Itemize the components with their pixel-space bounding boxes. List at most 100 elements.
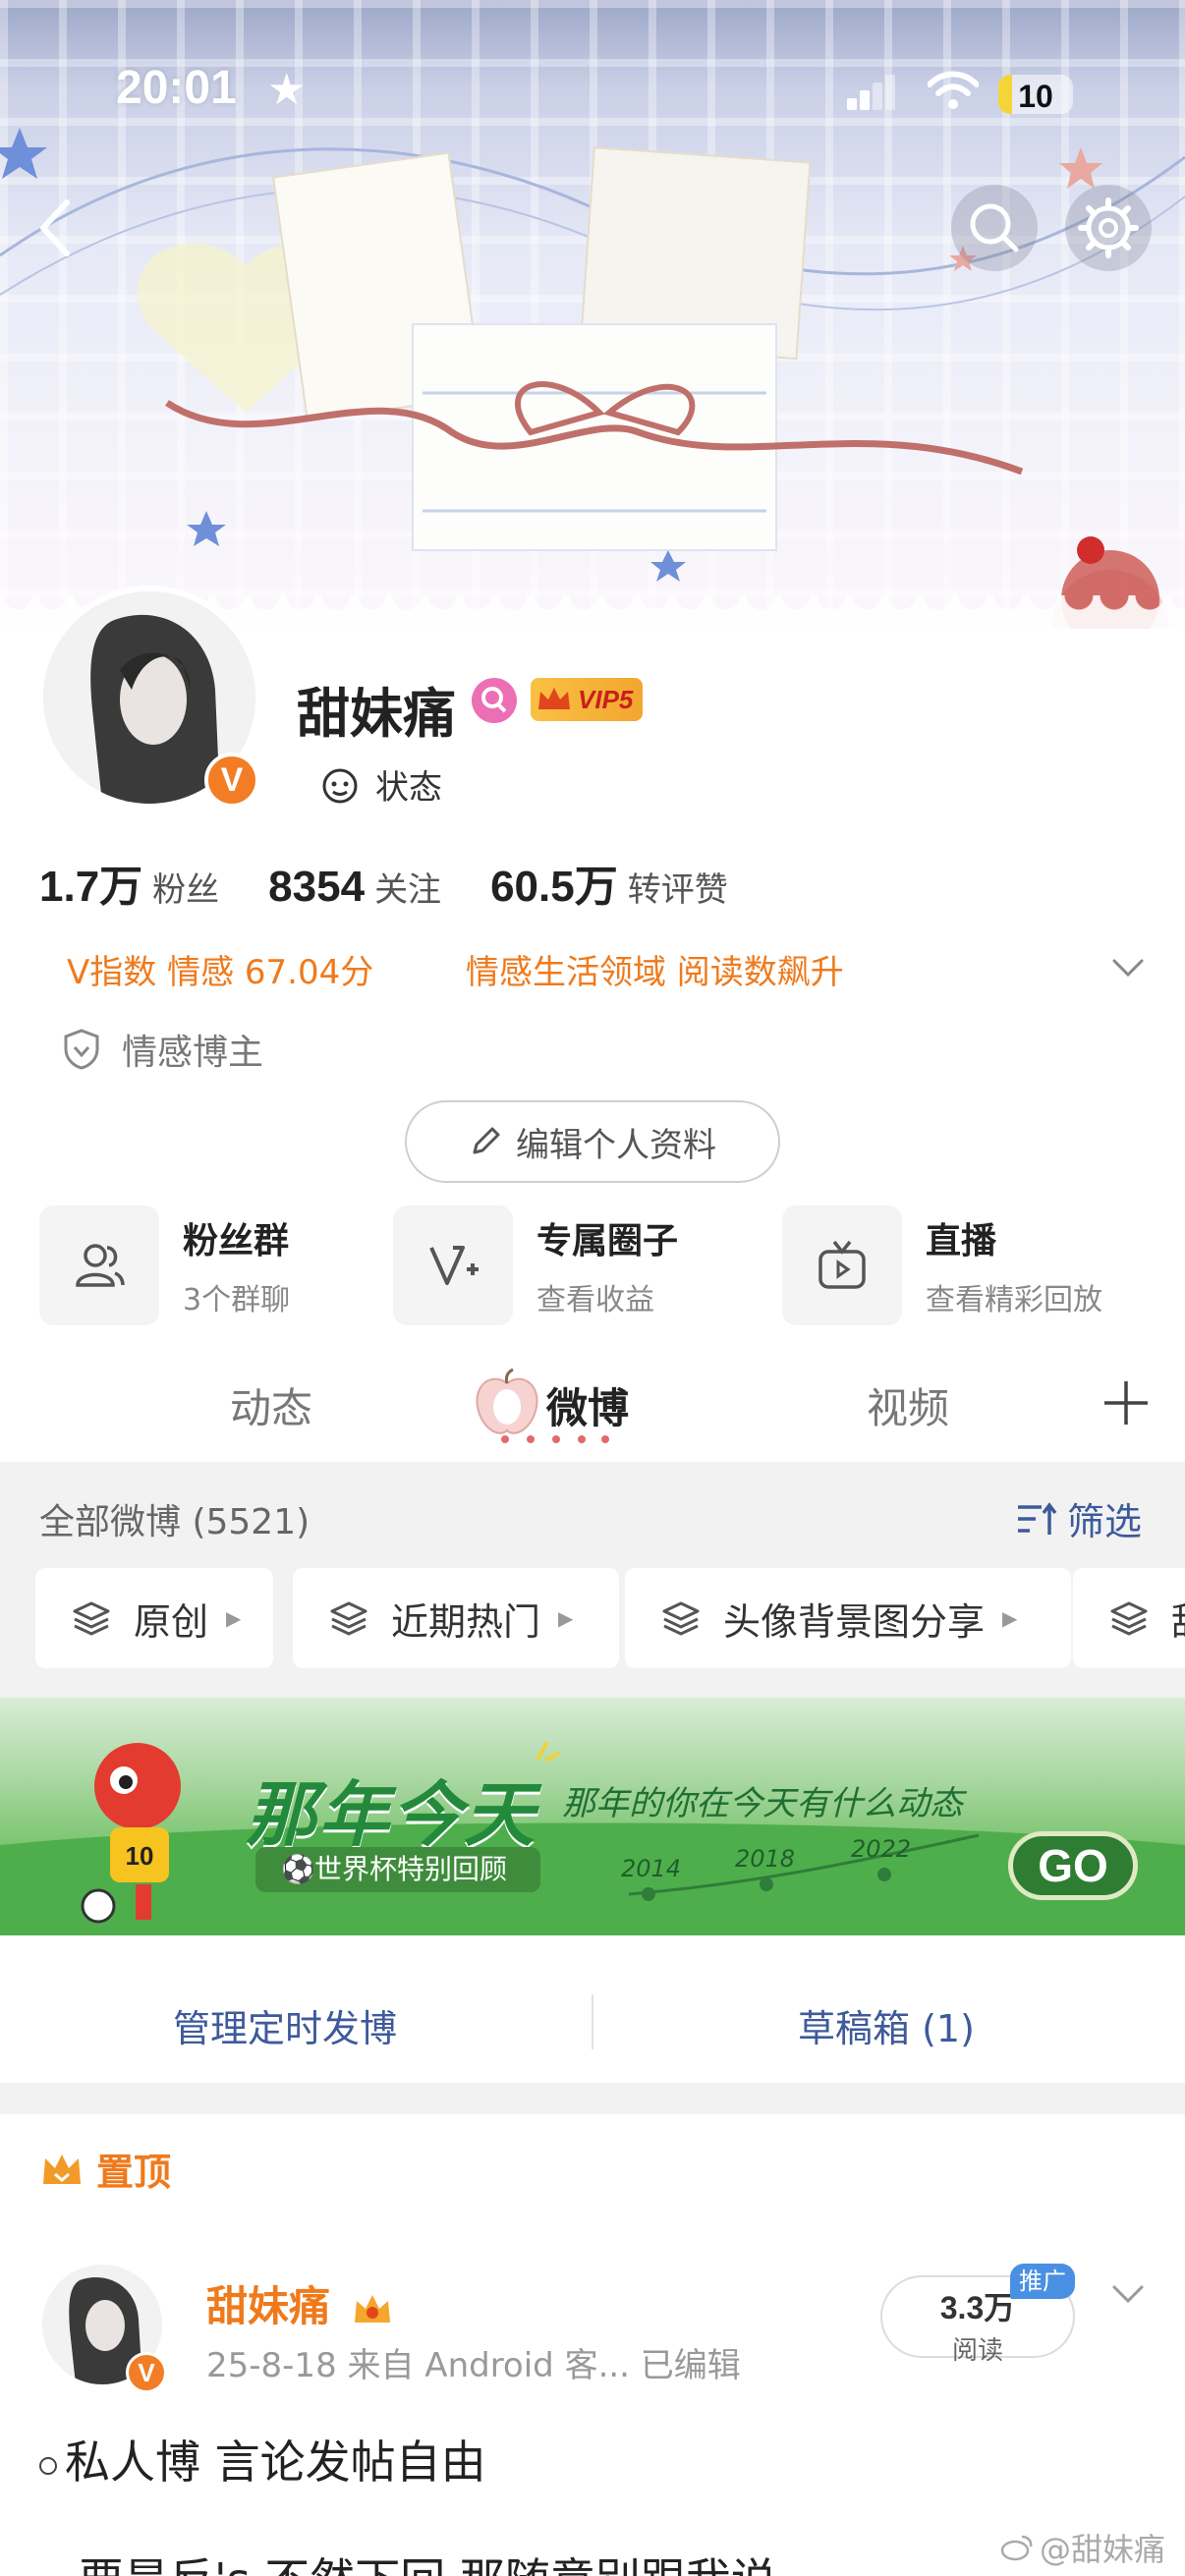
promo-pill: ⚽ 世界杯特别回顾 — [255, 1847, 540, 1892]
status-button[interactable]: 状态 — [320, 760, 442, 809]
post-text: 私人博 言论发帖自由 — [39, 2427, 486, 2492]
promote-badge[interactable]: 推广 — [1010, 2264, 1075, 2299]
domain-text[interactable]: 情感生活领域 阅读数飙升 — [466, 945, 844, 993]
add-tab-icon[interactable] — [1100, 1377, 1152, 1428]
feature-title: 粉丝群 — [183, 1221, 290, 1261]
blogger-tag-label: 情感博主 — [122, 1033, 264, 1073]
post-author-name[interactable]: 甜妹痛 — [206, 2273, 394, 2333]
feature-subtitle: 3个群聊 — [183, 1283, 291, 1317]
vip-label: VIP5 — [578, 685, 634, 714]
sort-icon — [1018, 1501, 1057, 1535]
search-button[interactable] — [951, 185, 1038, 271]
promo-go-button[interactable]: GO — [1008, 1831, 1138, 1900]
promo-year: 2018 — [735, 1845, 796, 1873]
caret-right-icon: ▶ — [558, 1606, 574, 1630]
feature-live[interactable]: 直播 查看精彩回放 — [782, 1204, 1102, 1326]
weibo-logo-icon — [1000, 2535, 1033, 2561]
crown-icon — [538, 688, 570, 709]
v-index-text[interactable]: V指数 情感 67.04分 — [67, 945, 373, 993]
smiley-plus-icon — [322, 768, 358, 803]
filter-label: 筛选 — [1067, 1500, 1143, 1543]
drafts-button[interactable]: 草稿箱 (1) — [798, 1998, 975, 2052]
cellular-signal-icon — [847, 75, 895, 110]
profile-tabs: 动态 微博 视频 — [0, 1356, 1185, 1462]
memories-promo-banner[interactable]: 10 那年今天 那年的你在今天有什么动态 ⚽ 世界杯特别回顾 2014 2018… — [0, 1698, 1185, 1935]
caret-right-icon: ▶ — [226, 1606, 242, 1630]
circle-v-icon — [393, 1205, 513, 1325]
tab-video[interactable]: 视频 — [867, 1375, 949, 1435]
tab-weibo[interactable]: 微博 — [546, 1375, 629, 1435]
promo-year: 2022 — [851, 1835, 912, 1863]
stat-followers[interactable]: 1.7万 粉丝 — [39, 851, 219, 914]
verified-badge: V — [126, 2352, 167, 2393]
vip-badge[interactable]: VIP5 — [531, 678, 643, 721]
chip-label: 头像背景图分享 — [723, 1599, 986, 1644]
promo-pill-label: 世界杯特别回顾 — [314, 1853, 508, 1885]
users-icon — [39, 1205, 159, 1325]
star-icon: ★ — [267, 65, 307, 115]
chip-avatar-share[interactable]: 头像背景图分享 ▶ — [625, 1568, 1071, 1668]
post-meta: 25-8-18 来自 Android 客... 已编辑 — [206, 2346, 741, 2385]
crown-icon — [43, 2154, 81, 2184]
chip-recent-hot[interactable]: 近期热门 ▶ — [293, 1568, 619, 1668]
filter-button[interactable]: 筛选 — [1016, 1491, 1142, 1545]
chip-label: 近期热门 — [391, 1599, 541, 1644]
promo-title: 那年今天 — [246, 1773, 537, 1856]
tab-dynamic[interactable]: 动态 — [230, 1375, 312, 1435]
profile-name: 甜妹痛 — [297, 683, 456, 745]
divider — [592, 1994, 593, 2049]
status-label: 状态 — [375, 768, 442, 808]
layers-icon — [1110, 1601, 1148, 1636]
tab-indicator — [501, 1435, 609, 1443]
chip-more[interactable]: 甜 — [1073, 1568, 1185, 1668]
layers-icon — [330, 1601, 367, 1636]
feature-title: 专属圈子 — [536, 1221, 679, 1261]
wifi-icon — [928, 71, 979, 109]
post-management-row: 管理定时发博 草稿箱 (1) — [0, 1961, 1185, 2083]
pinned-label: 置顶 — [39, 2142, 171, 2196]
post-text-continued: 要是反's 不然下回 那随意别跟我说 — [79, 2545, 776, 2576]
pinned-text: 置顶 — [96, 2151, 172, 2194]
vip-crown-icon — [354, 2294, 390, 2323]
section-gap — [0, 2083, 1185, 2114]
apple-sticker-icon — [476, 1368, 538, 1434]
feature-circle[interactable]: 专属圈子 查看收益 — [393, 1204, 678, 1326]
gear-icon — [1078, 197, 1139, 258]
edit-profile-label: 编辑个人资料 — [516, 1125, 716, 1165]
chip-label: 原创 — [134, 1599, 209, 1644]
shield-icon — [64, 1029, 99, 1070]
feature-subtitle: 查看收益 — [536, 1283, 654, 1317]
promo-year: 2014 — [621, 1855, 682, 1882]
reads-label: 阅读 — [951, 2336, 1003, 2366]
category-chips: 原创 ▶ 近期热门 ▶ 头像背景图分享 ▶ 甜 — [35, 1568, 1185, 1668]
status-time: 20:01 — [116, 62, 237, 114]
feature-fan-group[interactable]: 粉丝群 3个群聊 — [39, 1204, 290, 1326]
stat-following[interactable]: 8354 关注 — [268, 863, 441, 912]
edit-profile-button[interactable]: 编辑个人资料 — [405, 1100, 780, 1183]
scheduled-posts-button[interactable]: 管理定时发博 — [173, 1998, 397, 2052]
watermark-text: @甜妹痛 — [1040, 2531, 1166, 2568]
chip-original[interactable]: 原创 ▶ — [35, 1568, 273, 1668]
chevron-down-icon[interactable] — [1106, 945, 1150, 988]
verified-badge: V — [204, 753, 259, 808]
mascot-icon: 10 — [81, 1743, 181, 1924]
blogger-tag[interactable]: 情感博主 — [61, 1024, 263, 1075]
all-weibo-count: 全部微博 (5521) — [39, 1502, 310, 1542]
caret-right-icon: ▶ — [1002, 1606, 1018, 1630]
chip-label: 甜 — [1171, 1592, 1185, 1646]
football-icon: ⚽ — [281, 1853, 315, 1885]
back-icon[interactable] — [26, 193, 85, 263]
feature-subtitle: 查看精彩回放 — [926, 1283, 1102, 1317]
search-icon — [970, 203, 1019, 252]
settings-button[interactable] — [1065, 185, 1152, 271]
bullet-icon — [39, 2456, 57, 2475]
weibo-watermark: @甜妹痛 — [1000, 2525, 1165, 2570]
stat-interactions[interactable]: 60.5万 转评赞 — [490, 851, 728, 914]
layers-icon — [73, 1601, 110, 1636]
medal-icon[interactable] — [472, 678, 517, 723]
profile-stats: 1.7万 粉丝 8354 关注 60.5万 转评赞 — [39, 851, 728, 914]
mascot-number: 10 — [126, 1841, 154, 1871]
post-author-label: 甜妹痛 — [206, 2282, 331, 2330]
feature-row: 粉丝群 3个群聊 专属圈子 查看收益 直播 查看精彩回放 — [39, 1204, 1185, 1326]
chevron-down-icon[interactable] — [1106, 2271, 1150, 2315]
